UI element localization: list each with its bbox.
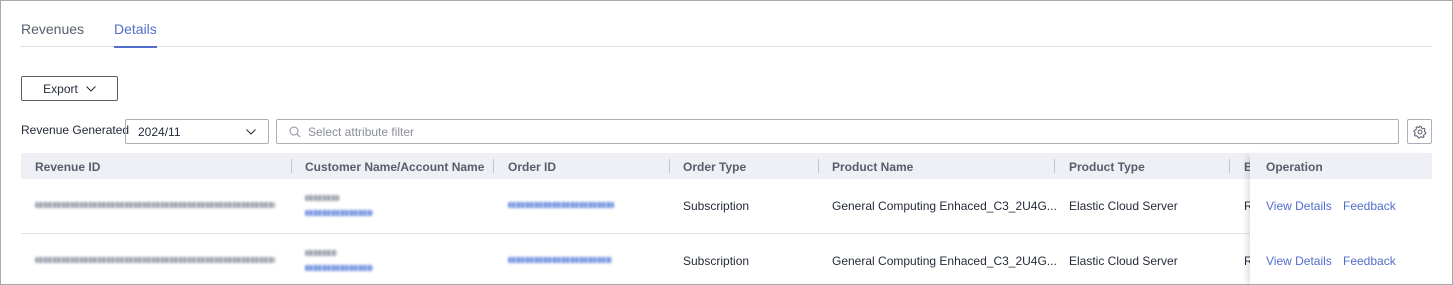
feedback-link[interactable]: Feedback	[1343, 254, 1396, 268]
tab-bar: Revenues Details	[20, 1, 1432, 48]
table-row: Subscription General Computing Enhaced_C…	[21, 179, 1432, 234]
operation-column: Operation View Details Feedback View Det…	[1250, 153, 1432, 284]
redacted-order-id[interactable]	[508, 257, 612, 263]
product-type: Elastic Cloud Server	[1069, 254, 1178, 268]
header-product-name: Product Name	[832, 160, 914, 174]
tab-revenues[interactable]: Revenues	[21, 21, 84, 47]
header-product-type: Product Type	[1069, 160, 1145, 174]
table-header: Revenue ID Customer Name/Account Name Or…	[21, 153, 1432, 179]
tab-details[interactable]: Details	[114, 21, 157, 48]
export-label: Export	[43, 81, 78, 96]
column-divider[interactable]	[1054, 159, 1055, 173]
column-divider[interactable]	[818, 159, 819, 173]
header-revenue-id: Revenue ID	[35, 160, 101, 174]
redacted-revenue-id	[35, 257, 275, 263]
header-customer: Customer Name/Account Name	[305, 160, 485, 174]
redacted-account-name[interactable]	[305, 210, 373, 216]
chevron-down-icon	[246, 129, 256, 135]
view-details-link[interactable]: View Details	[1266, 254, 1332, 268]
order-type: Subscription	[683, 254, 750, 268]
redacted-customer-name	[305, 195, 339, 201]
order-type: Subscription	[683, 199, 750, 213]
month-select[interactable]: 2024/11	[125, 119, 269, 144]
gear-icon	[1412, 125, 1426, 139]
redacted-customer-name	[305, 250, 337, 256]
header-operation: Operation	[1266, 160, 1323, 174]
search-icon	[289, 126, 301, 137]
export-button[interactable]: Export	[21, 76, 118, 101]
attribute-filter[interactable]	[276, 119, 1399, 144]
product-name: General Computing Enhaced_C3_2U4G...	[832, 199, 1057, 213]
feedback-link[interactable]: Feedback	[1343, 199, 1396, 213]
product-type: Elastic Cloud Server	[1069, 199, 1178, 213]
header-order-type: Order Type	[683, 160, 747, 174]
product-name: General Computing Enhaced_C3_2U4G...	[832, 254, 1057, 268]
operation-header-cell: Operation	[1250, 153, 1432, 179]
table-row: Subscription General Computing Enhaced_C…	[21, 234, 1432, 284]
view-details-link[interactable]: View Details	[1266, 199, 1332, 213]
column-divider[interactable]	[493, 159, 494, 173]
header-order-id: Order ID	[508, 160, 557, 174]
redacted-order-id[interactable]	[508, 202, 614, 208]
revenue-generated-label: Revenue Generated	[21, 123, 130, 137]
column-divider[interactable]	[669, 159, 670, 173]
settings-button[interactable]	[1407, 119, 1432, 144]
window-frame: Revenues Details Export Revenue Generate…	[0, 0, 1453, 285]
redacted-account-name[interactable]	[305, 265, 373, 271]
chevron-down-icon	[85, 85, 96, 92]
redacted-revenue-id	[35, 202, 275, 208]
search-input[interactable]	[308, 124, 1208, 139]
month-value: 2024/11	[138, 124, 181, 139]
column-divider[interactable]	[1229, 159, 1230, 173]
column-divider[interactable]	[291, 159, 292, 173]
